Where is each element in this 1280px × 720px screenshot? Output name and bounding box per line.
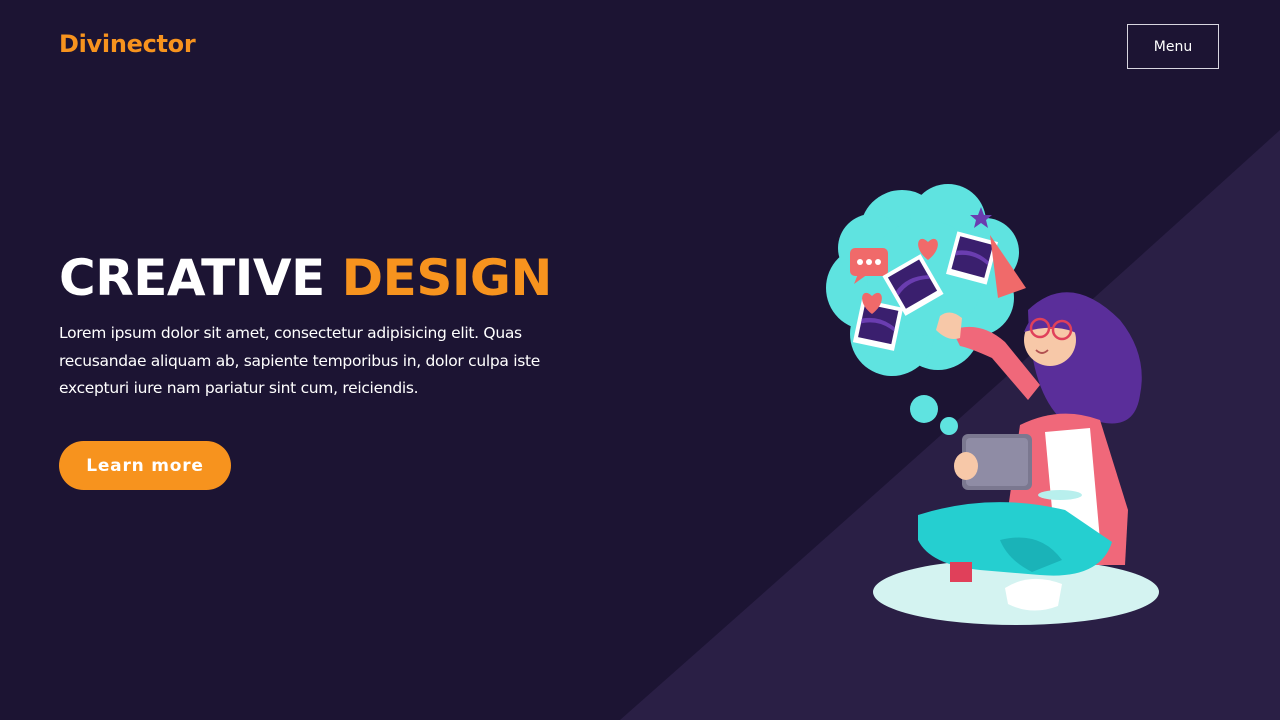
woman-with-tablet-illustration xyxy=(826,184,1159,625)
hero-description: Lorem ipsum dolor sit amet, consectetur … xyxy=(59,324,541,397)
landing-page: Divinector Menu CREATIVE DESIGN Lorem ip… xyxy=(0,0,1280,720)
hero-title-accent: DESIGN xyxy=(341,249,553,307)
learn-more-button[interactable]: Learn more xyxy=(59,441,231,490)
menu-button[interactable]: Menu xyxy=(1127,24,1219,69)
hero-title: CREATIVE DESIGN xyxy=(59,248,552,308)
hero-title-main: CREATIVE xyxy=(59,249,325,307)
site-logo[interactable]: Divinector xyxy=(59,30,196,58)
